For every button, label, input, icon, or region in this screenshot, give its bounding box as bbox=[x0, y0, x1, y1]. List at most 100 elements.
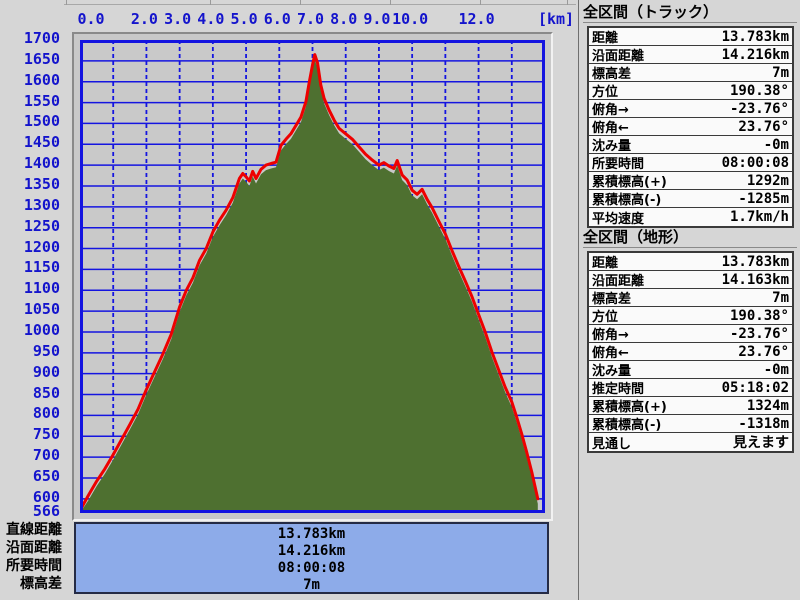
stat-value: -23.76° bbox=[730, 101, 789, 117]
stat-value: 14.163km bbox=[722, 272, 789, 288]
y-axis-tick-label: 1100 bbox=[2, 280, 60, 296]
stat-value: -0m bbox=[764, 137, 789, 153]
stat-value: 23.76° bbox=[738, 119, 789, 135]
table-row: 見通し見えます bbox=[589, 433, 792, 451]
table-row: 所要時間08:00:08 bbox=[589, 154, 792, 172]
stat-label: 平均速度 bbox=[592, 208, 644, 227]
y-axis-tick-label: 1300 bbox=[2, 197, 60, 213]
ruler-tick bbox=[210, 0, 211, 5]
stat-label: 距離 bbox=[592, 252, 618, 271]
y-axis-tick-label: 1400 bbox=[2, 155, 60, 171]
stat-value: -1318m bbox=[738, 416, 789, 432]
elevation-profile-plot[interactable] bbox=[80, 40, 545, 513]
table-row: 標高差 7m bbox=[589, 289, 792, 307]
table-row: 俯角→-23.76° bbox=[589, 325, 792, 343]
y-axis-tick-label: 1050 bbox=[2, 301, 60, 317]
y-axis-tick-label: 566 bbox=[2, 503, 60, 519]
ruler-tick bbox=[567, 0, 568, 5]
x-axis-tick-label: 4.0 bbox=[197, 11, 224, 28]
stat-value: 1324m bbox=[747, 398, 789, 414]
ruler-tick bbox=[390, 0, 391, 5]
y-axis-tick-label: 750 bbox=[2, 426, 60, 442]
table-row: 方位 190.38° bbox=[589, 82, 792, 100]
y-axis-tick-label: 800 bbox=[2, 405, 60, 421]
elevation-plot-frame bbox=[72, 32, 553, 521]
stat-value: -0m bbox=[764, 362, 789, 378]
stat-value: 見えます bbox=[733, 432, 789, 452]
stat-value: 23.76° bbox=[738, 344, 789, 360]
x-axis-tick-label: 10.0 bbox=[392, 11, 428, 28]
table-row: 累積標高(-)-1318m bbox=[589, 415, 792, 433]
table-row: 累積標高(-) -1285m bbox=[589, 190, 792, 208]
table-row: 沿面距離 14.216km bbox=[589, 46, 792, 64]
x-axis-tick-label: 7.0 bbox=[297, 11, 324, 28]
y-axis-tick-label: 700 bbox=[2, 447, 60, 463]
stat-label: 沿面距離 bbox=[592, 270, 644, 289]
stat-label: 沿面距離 bbox=[592, 45, 644, 64]
stat-value: 7m bbox=[772, 65, 789, 81]
stat-value: 08:00:08 bbox=[722, 155, 789, 171]
stat-label: 沈み量 bbox=[592, 135, 631, 154]
stat-label: 方位 bbox=[592, 81, 618, 100]
table-row: 俯角→ -23.76° bbox=[589, 100, 792, 118]
stat-value: 190.38° bbox=[730, 83, 789, 99]
panel-title: 全区間（トラック） bbox=[583, 2, 797, 23]
stat-label: 推定時間 bbox=[592, 378, 644, 397]
summary-value: 08:00:08 bbox=[76, 560, 547, 577]
summary-values: 13.783km14.216km08:00:087m bbox=[76, 524, 547, 594]
stat-label: 俯角→ bbox=[592, 99, 629, 118]
y-axis-tick-label: 1450 bbox=[2, 134, 60, 150]
stats-pane: 全区間（トラック）距離13.783km沿面距離14.216km標高差7m方位19… bbox=[578, 0, 800, 600]
table-row: 沈み量 -0m bbox=[589, 136, 792, 154]
summary-value: 14.216km bbox=[76, 543, 547, 560]
y-axis-tick-label: 1550 bbox=[2, 93, 60, 109]
stat-label: 累積標高(+) bbox=[592, 171, 667, 190]
y-axis-tick-label: 1150 bbox=[2, 259, 60, 275]
stat-label: 方位 bbox=[592, 306, 618, 325]
x-axis-tick-label: 3.0 bbox=[164, 11, 191, 28]
y-axis-tick-label: 1350 bbox=[2, 176, 60, 192]
stat-label: 累積標高(+) bbox=[592, 396, 667, 415]
stat-label: 俯角← bbox=[592, 342, 629, 361]
table-row: 標高差7m bbox=[589, 64, 792, 82]
stat-label: 沈み量 bbox=[592, 360, 631, 379]
x-axis-tick-label: 5.0 bbox=[231, 11, 258, 28]
x-axis-tick-label: 8.0 bbox=[330, 11, 357, 28]
y-axis-tick-label: 950 bbox=[2, 343, 60, 359]
table-row: 沈み量 -0m bbox=[589, 361, 792, 379]
stat-value: 1.7km/h bbox=[730, 209, 789, 225]
summary-value: 7m bbox=[76, 577, 547, 594]
profile-graph-window: 0.02.03.04.05.06.07.08.09.010.012.0[km] … bbox=[0, 0, 800, 600]
stat-label: 俯角← bbox=[592, 117, 629, 136]
summary-box: 13.783km14.216km08:00:087m bbox=[74, 522, 549, 594]
y-axis-tick-label: 900 bbox=[2, 364, 60, 380]
y-axis-tick-label: 1700 bbox=[2, 30, 60, 46]
table-row: 距離 13.783km bbox=[589, 28, 792, 46]
summary-row-label: 標高差 bbox=[0, 575, 62, 593]
stats-table: 距離13.783km沿面距離14.163km標高差7m方位190.38°俯角→-… bbox=[587, 251, 794, 453]
stat-value: 7m bbox=[772, 290, 789, 306]
y-axis-tick-label: 1200 bbox=[2, 239, 60, 255]
y-axis-tick-label: 1650 bbox=[2, 51, 60, 67]
summary-row-label: 直線距離 bbox=[0, 521, 62, 539]
table-row: 推定時間 05:18:02 bbox=[589, 379, 792, 397]
top-ruler-line bbox=[64, 4, 576, 5]
stat-label: 標高差 bbox=[592, 288, 631, 307]
y-axis-tick-label: 650 bbox=[2, 468, 60, 484]
table-row: 平均速度 1.7km/h bbox=[589, 208, 792, 226]
stat-value: 190.38° bbox=[730, 308, 789, 324]
stat-value: 13.783km bbox=[722, 29, 789, 45]
panel-title: 全区間（地形） bbox=[583, 227, 797, 248]
stat-value: 14.216km bbox=[722, 47, 789, 63]
stat-value: 05:18:02 bbox=[722, 380, 789, 396]
stat-label: 俯角→ bbox=[592, 324, 629, 343]
stat-label: 累積標高(-) bbox=[592, 189, 661, 208]
stats-table: 距離 13.783km 沿面距離 14.216km標高差7m方位 190.38° 俯角→ -… bbox=[587, 26, 794, 228]
table-row: 累積標高(+) 1324m bbox=[589, 397, 792, 415]
stat-value: -1285m bbox=[738, 191, 789, 207]
y-axis-tick-label: 850 bbox=[2, 385, 60, 401]
stat-value: 13.783km bbox=[722, 254, 789, 270]
stat-label: 距離 bbox=[592, 27, 618, 46]
table-row: 方位 190.38° bbox=[589, 307, 792, 325]
y-axis-tick-label: 1000 bbox=[2, 322, 60, 338]
